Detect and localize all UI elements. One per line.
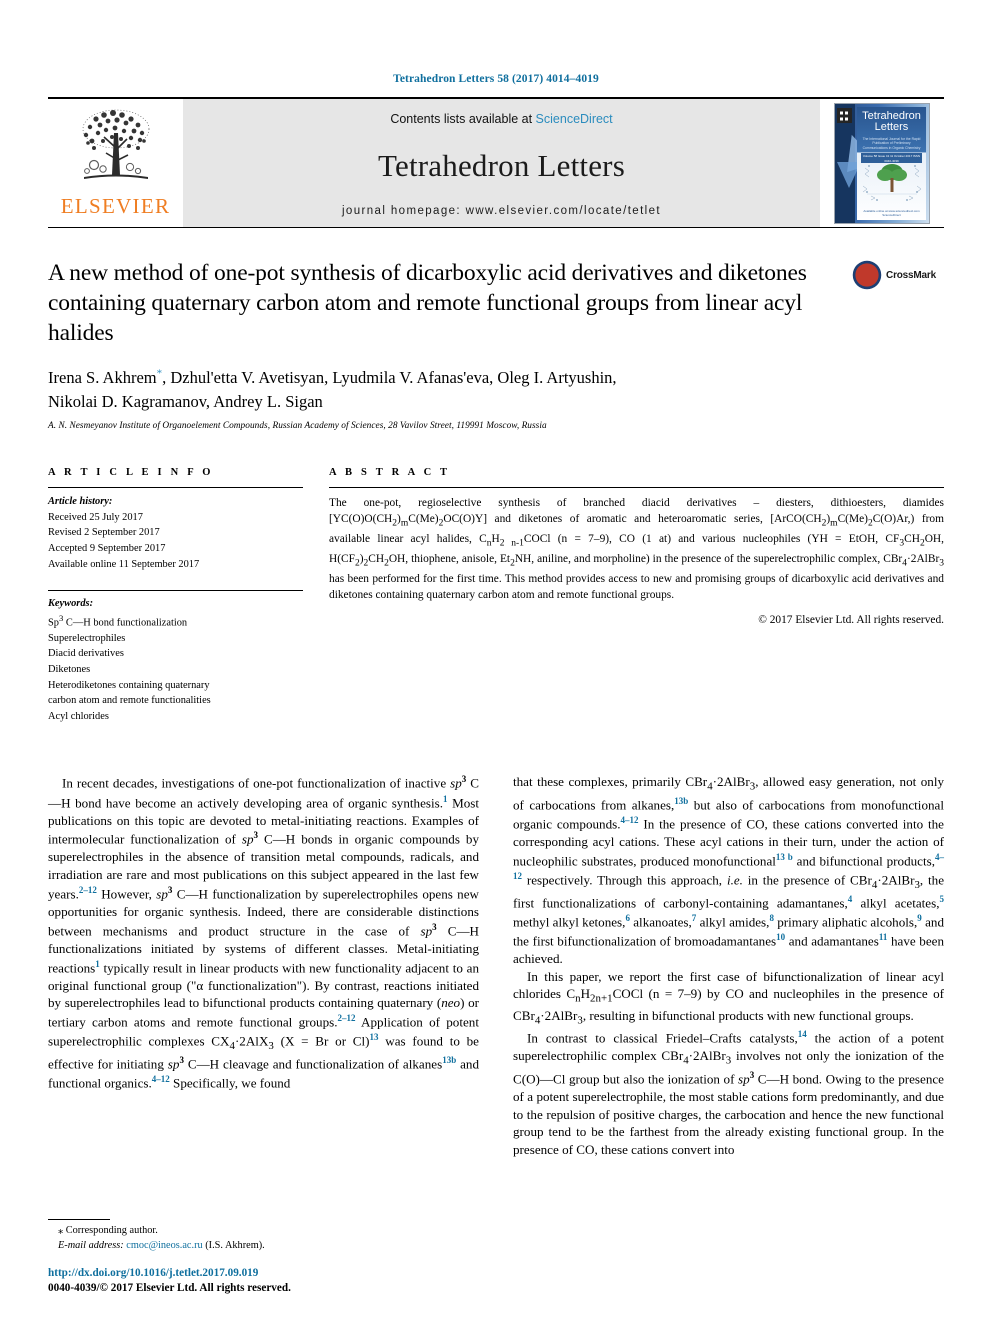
contents-prefix: Contents lists available at xyxy=(390,112,536,126)
journal-homepage-link[interactable]: journal homepage: www.elsevier.com/locat… xyxy=(342,205,661,217)
history-item: Available online 11 September 2017 xyxy=(48,558,200,570)
keyword-item: Heterodiketones containing quaternary xyxy=(48,679,210,691)
elsevier-tree-icon xyxy=(82,109,149,179)
page-title: A new method of one-pot synthesis of dic… xyxy=(48,260,807,347)
corresponding-label: Corresponding author. xyxy=(65,1225,158,1237)
cover-subtitle: The International Journal for the Rapid … xyxy=(862,136,921,150)
keywords-label: Keywords: xyxy=(48,598,94,610)
history-item: Accepted 9 September 2017 xyxy=(48,542,166,554)
crossmark-badge[interactable]: CrossMark xyxy=(852,260,936,290)
author-list: Irena S. Akhrem*, Dzhul'etta V. Avetisya… xyxy=(48,366,944,414)
sciencedirect-link[interactable]: ScienceDirect xyxy=(536,112,613,126)
elsevier-logo-block: ELSEVIER xyxy=(48,99,183,227)
body-column-left: In recent decades, investigations of one… xyxy=(48,773,479,1158)
crossmark-icon xyxy=(852,260,882,290)
running-head: Tetrahedron Letters 58 (2017) 4014–4019 xyxy=(393,73,599,85)
abstract-text: The one-pot, regioselective synthesis of… xyxy=(329,497,944,601)
cover-qr-icon xyxy=(837,107,852,123)
corresponding-author-note: ⁎ Corresponding author. xyxy=(48,1224,478,1239)
keyword-item: Diacid derivatives xyxy=(48,648,124,660)
title-column: A new method of one-pot synthesis of dic… xyxy=(48,258,844,348)
history-item: Received 25 July 2017 xyxy=(48,511,143,523)
body-paragraph: In this paper, we report the first case … xyxy=(513,968,944,1027)
cover-title-line2: Letters xyxy=(874,121,909,134)
crossmark-column: CrossMark xyxy=(844,258,944,348)
keyword-item: Sp3 C—H bond functionalization xyxy=(48,612,188,629)
abstract-column: A B S T R A C T The one-pot, regioselect… xyxy=(329,467,944,724)
masthead-center: Contents lists available at ScienceDirec… xyxy=(183,99,820,227)
body-paragraph: In contrast to classical Friedel–Crafts … xyxy=(513,1029,944,1158)
article-info-heading: A R T I C L E I N F O xyxy=(48,467,214,479)
keyword-item: Acyl chlorides xyxy=(48,710,109,722)
body-column-right: that these complexes, primarily CBr4·2Al… xyxy=(513,773,944,1158)
contents-available-line: Contents lists available at ScienceDirec… xyxy=(390,112,612,126)
article-info-column: A R T I C L E I N F O Article history: R… xyxy=(48,467,303,724)
authors-line2: Nikolai D. Kagramanov, Andrey L. Sigan xyxy=(48,392,323,412)
footnote-block: ⁎ Corresponding author. E-mail address: … xyxy=(48,1219,478,1254)
keywords-spacer xyxy=(48,572,303,590)
email-note: E-mail address: cmoc@ineos.ac.ru (I.S. A… xyxy=(48,1239,478,1254)
crossmark-label: CrossMark xyxy=(886,269,936,281)
journal-masthead: ELSEVIER Contents lists available at Sci… xyxy=(48,97,944,228)
abstract-copyright: © 2017 Elsevier Ltd. All rights reserved… xyxy=(758,613,944,626)
journal-title: Tetrahedron Letters xyxy=(378,148,625,183)
info-abstract-row: A R T I C L E I N F O Article history: R… xyxy=(48,467,944,724)
doi-block: http://dx.doi.org/10.1016/j.tetlet.2017.… xyxy=(48,1266,291,1297)
cover-tree-artwork-icon xyxy=(862,163,922,201)
cover-footer-text: Available online at www.sciencedirect.co… xyxy=(863,209,920,218)
author-first: Irena S. Akhrem xyxy=(48,368,157,388)
cover-title-line1: Tetrahedron xyxy=(862,109,921,122)
email-owner: (I.S. Akhrem). xyxy=(205,1240,265,1252)
body-paragraph: In recent decades, investigations of one… xyxy=(48,774,480,1091)
issn-copyright: 0040-4039/© 2017 Elsevier Ltd. All right… xyxy=(48,1282,291,1295)
journal-cover-block: Tetrahedron Letters The International Jo… xyxy=(820,99,944,227)
article-history-label: Article history: xyxy=(48,496,113,508)
corresponding-marker: ⁎ xyxy=(58,1225,64,1237)
title-row: A new method of one-pot synthesis of dic… xyxy=(48,258,944,348)
keyword-item: carbon atom and remote functionalities xyxy=(48,695,211,707)
keyword-item: Diketones xyxy=(48,664,91,676)
email-label: E-mail address: xyxy=(58,1240,124,1252)
email-link[interactable]: cmoc@ineos.ac.ru xyxy=(126,1240,202,1251)
authors-rest-line1: , Dzhul'etta V. Avetisyan, Lyudmila V. A… xyxy=(162,368,617,388)
body-paragraph: that these complexes, primarily CBr4·2Al… xyxy=(513,774,945,966)
doi-link[interactable]: http://dx.doi.org/10.1016/j.tetlet.2017.… xyxy=(48,1266,291,1282)
keywords-list: Keywords: Sp3 C—H bond functionalization… xyxy=(48,591,303,724)
affiliation: A. N. Nesmeyanov Institute of Organoelem… xyxy=(48,421,547,432)
keyword-item: Superelectrophiles xyxy=(48,632,126,644)
footnote-rule xyxy=(48,1219,110,1221)
cover-title: Tetrahedron Letters xyxy=(857,107,926,134)
article-page: Tetrahedron Letters 58 (2017) 4014–4019 xyxy=(0,0,992,1323)
journal-cover-thumbnail[interactable]: Tetrahedron Letters The International Jo… xyxy=(834,102,930,224)
body-columns: In recent decades, investigations of one… xyxy=(48,773,944,1158)
article-history: Article history: Received 25 July 2017 R… xyxy=(48,488,303,572)
history-item: Revised 2 September 2017 xyxy=(48,527,160,539)
abstract-heading: A B S T R A C T xyxy=(329,467,451,479)
elsevier-wordmark: ELSEVIER xyxy=(60,194,171,218)
